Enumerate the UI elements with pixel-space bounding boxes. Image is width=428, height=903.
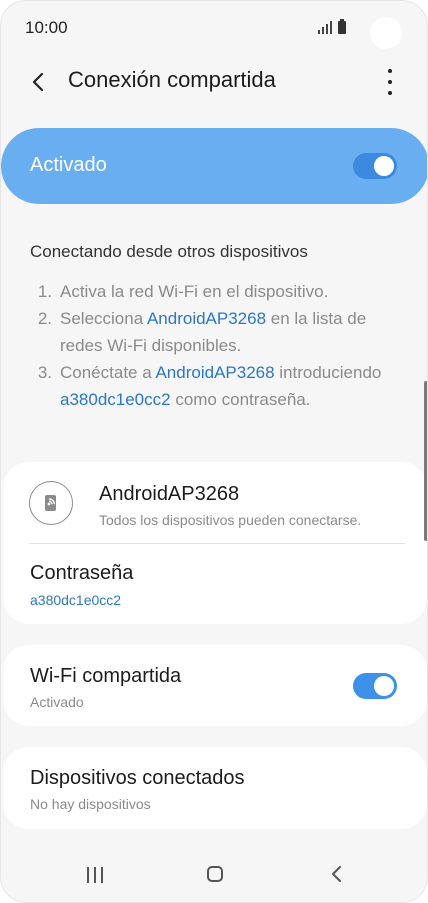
password-label: Contraseña [30,562,134,584]
home-icon[interactable] [207,866,223,882]
connected-devices-status: No hay dispositivos [30,796,151,812]
battery-icon [338,19,346,34]
front-camera [370,17,402,49]
instructions-steps: 1. Activa la red Wi-Fi en el dispositivo… [30,278,410,413]
network-name: AndroidAP3268 [99,483,240,505]
password-value: a380dc1e0cc2 [30,592,122,608]
network-name-link: AndroidAP3268 [146,309,267,328]
back-arrow-icon[interactable] [27,70,51,94]
status-time: 10:00 [25,18,68,37]
connected-devices-card[interactable]: Dispositivos conectados No hay dispositi… [3,747,427,829]
step-text: Activa la red Wi-Fi en el dispositivo. [60,282,329,301]
step-number: 3. [37,363,52,382]
network-name-link: AndroidAP3268 [155,363,275,382]
password-link: a380dc1e0cc2 [60,390,171,409]
wifi-sharing-card[interactable]: Wi-Fi compartida Activado [3,645,427,726]
step-text: Selecciona AndroidAP3268 en la lista de … [60,309,367,355]
toggle-knob [374,156,394,176]
signal-icon [318,20,332,34]
recent-apps-icon[interactable] [87,867,103,883]
app-bar: Conexión compartida [1,57,427,107]
nav-back-icon[interactable] [327,864,347,884]
more-options-icon[interactable] [380,69,400,95]
scrollbar[interactable] [424,381,427,541]
network-card: AndroidAP3268 Todos los dispositivos pue… [3,462,427,624]
master-switch-bar[interactable]: Activado [1,128,427,204]
status-bar: 10:00 [1,1,427,57]
instruction-step: 3. Conéctate a AndroidAP3268 introducien… [30,359,410,413]
network-visibility: Todos los dispositivos pueden conectarse… [99,512,362,528]
instructions-section: Conectando desde otros dispositivos 1. A… [30,242,410,413]
hotspot-icon [29,481,73,525]
page-title: Conexión compartida [68,67,276,92]
phone-screen: 10:00 Conexión compartida Activado Conec… [0,0,428,903]
status-icons [318,19,346,34]
toggle-knob [374,676,394,696]
instruction-step: 1. Activa la red Wi-Fi en el dispositivo… [30,278,410,305]
step-number: 1. [37,282,52,301]
instruction-step: 2. Selecciona AndroidAP3268 en la lista … [30,305,410,359]
step-number: 2. [37,309,52,328]
wifi-sharing-status: Activado [30,694,84,710]
master-switch-label: Activado [30,154,107,176]
divider [29,543,405,544]
instructions-title: Conectando desde otros dispositivos [30,242,308,261]
connected-devices-title: Dispositivos conectados [30,767,245,789]
wifi-sharing-toggle[interactable] [353,673,397,699]
step-text: Conéctate a AndroidAP3268 introduciendo … [60,363,382,409]
master-toggle-switch[interactable] [353,153,397,179]
navigation-bar [1,846,427,902]
wifi-sharing-title: Wi-Fi compartida [30,665,182,687]
